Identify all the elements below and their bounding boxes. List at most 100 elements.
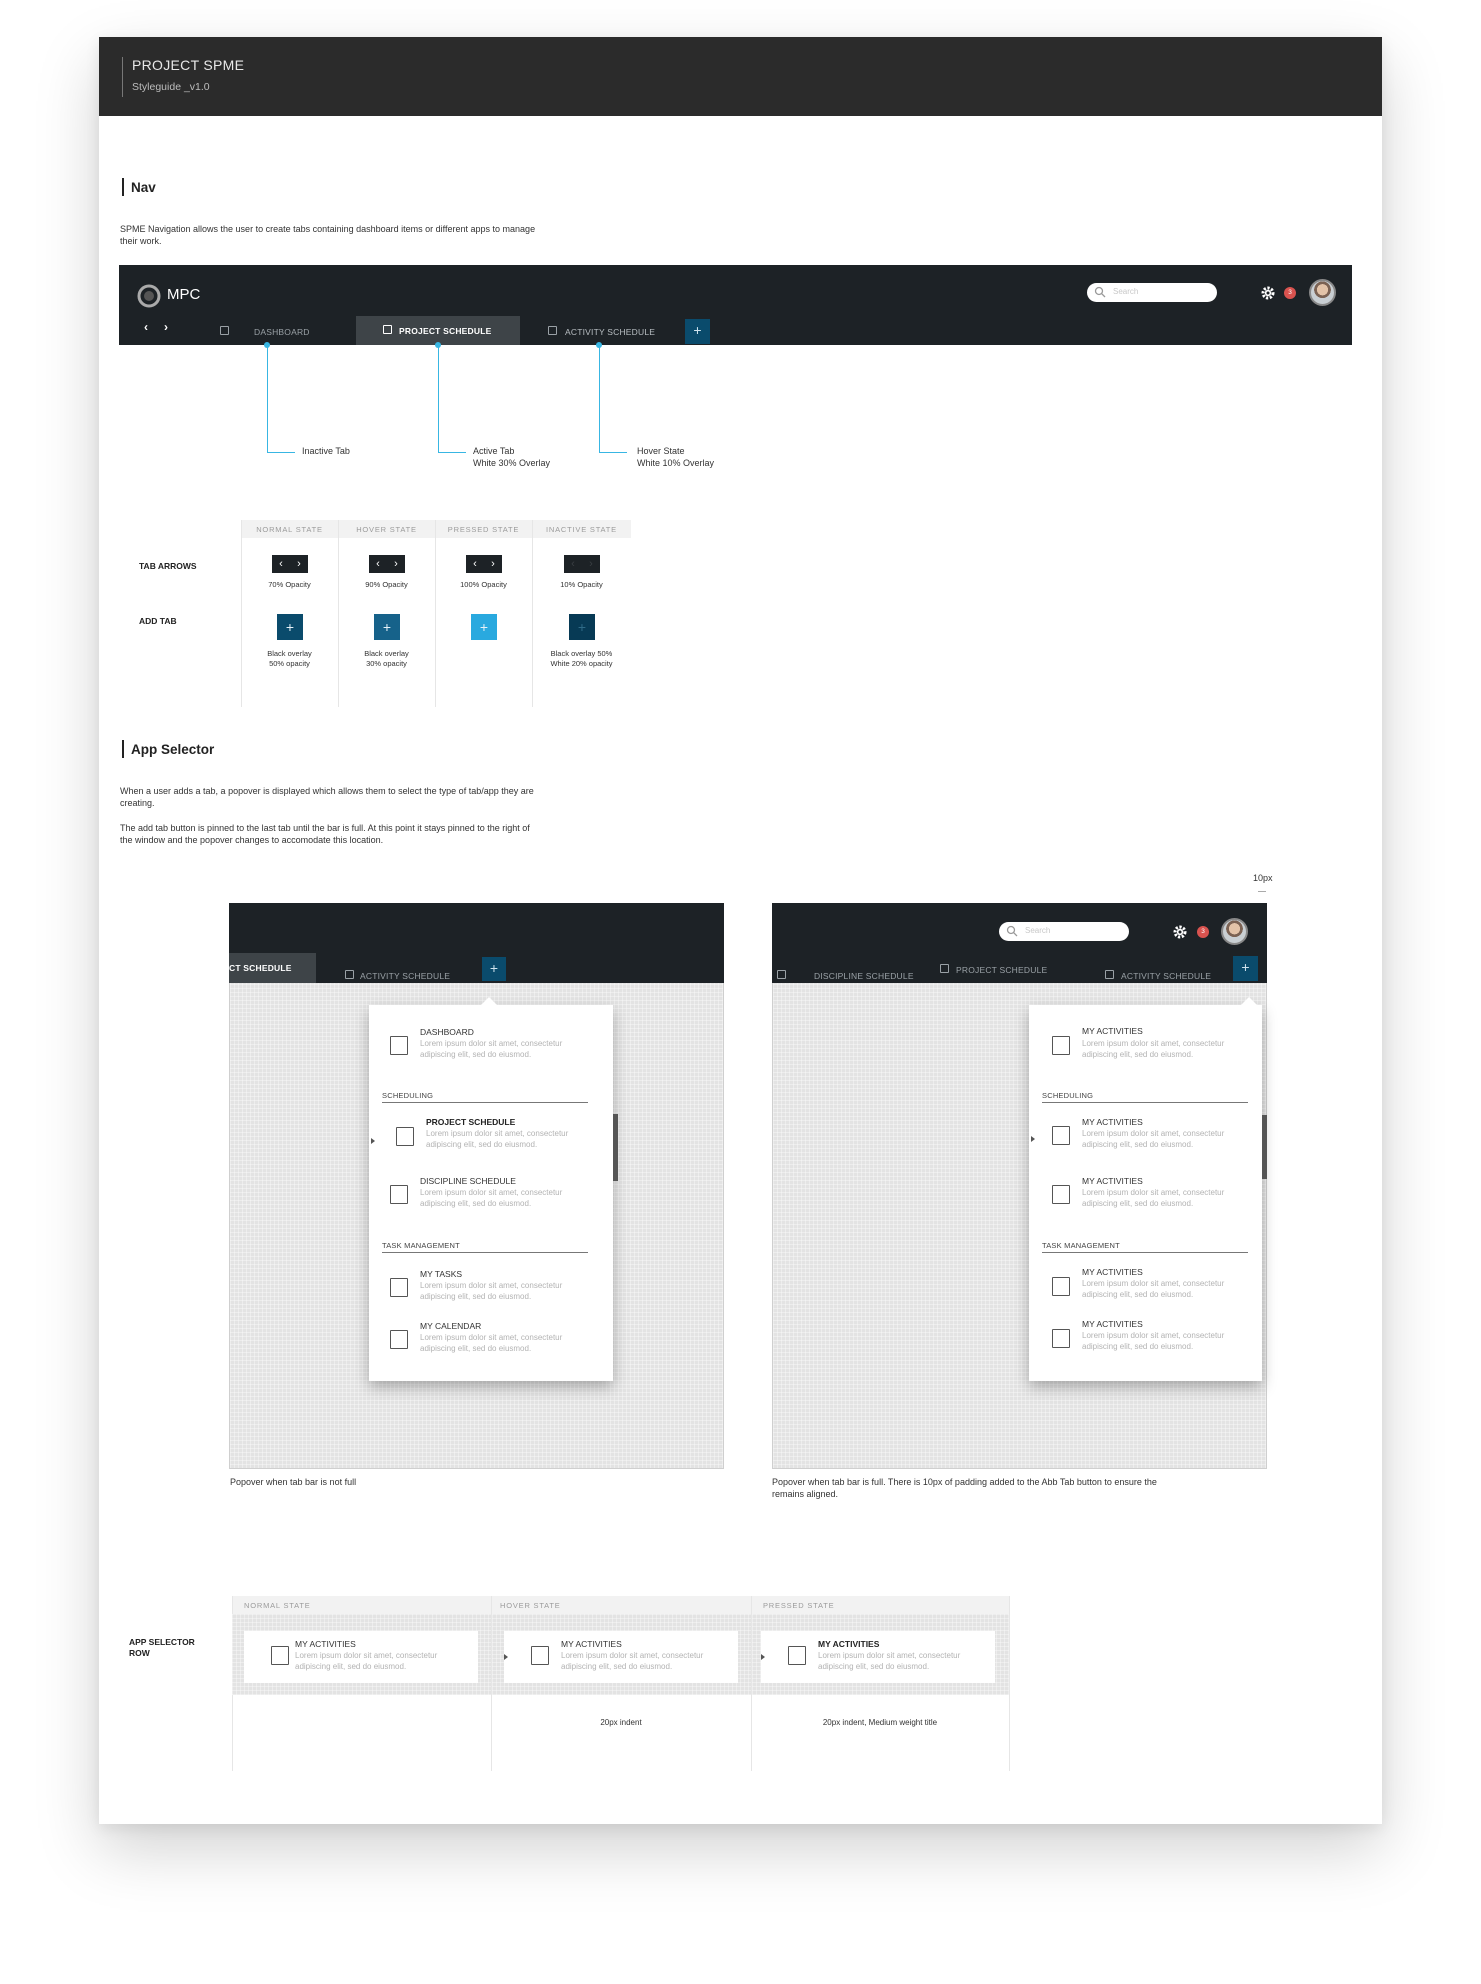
app-selector-popover: DASHBOARD Lorem ipsum dolor sit amet, co…	[369, 997, 613, 1381]
notification-badge[interactable]: 3	[1197, 926, 1209, 938]
tab-activity-schedule-icon	[548, 326, 557, 335]
annotation-line	[267, 345, 268, 453]
tab-discipline-schedule[interactable]: DISCIPLINE SCHEDULE	[814, 971, 914, 981]
app-item-project-schedule[interactable]: PROJECT SCHEDULE Lorem ipsum dolor sit a…	[369, 1113, 613, 1165]
app-item-title: MY ACTIVITIES	[561, 1639, 622, 1649]
table-divider	[751, 1596, 752, 1771]
header-pressed-state: PRESSED STATE	[763, 1601, 835, 1610]
left-frame-caption: Popover when tab bar is not full	[230, 1477, 357, 1487]
app-item-my-activities[interactable]: MY ACTIVITIES Lorem ipsum dolor sit amet…	[1029, 1113, 1262, 1163]
add-tab-pressed: +	[471, 614, 497, 640]
row-caret-icon	[504, 1654, 508, 1660]
app-icon	[385, 1031, 408, 1055]
annotation-line	[438, 345, 439, 453]
page-subtitle: Styleguide _v1.0	[132, 81, 210, 93]
app-icon	[385, 1180, 408, 1204]
tab-dashboard[interactable]: DASHBOARD	[254, 327, 310, 337]
annotation-dot	[264, 342, 270, 348]
header-normal-state: NORMAL STATE	[244, 1601, 311, 1610]
row-label-add-tab: ADD TAB	[139, 616, 177, 626]
app-item-desc: Lorem ipsum dolor sit amet, consectetur …	[420, 1333, 563, 1353]
nav-bar-demo: MPC ‹ › DASHBOARD PROJECT SCHEDULE ACTIV…	[119, 265, 1352, 345]
app-item-my-activities[interactable]: MY ACTIVITIES Lorem ipsum dolor sit amet…	[1029, 1263, 1262, 1313]
gear-icon[interactable]	[1260, 285, 1276, 301]
annotation-line	[267, 452, 295, 453]
app-item-title: MY CALENDAR	[420, 1321, 482, 1331]
app-item-title: MY ACTIVITIES	[1082, 1267, 1143, 1277]
row-note-pressed: 20px indent, Medium weight title	[822, 1718, 938, 1727]
tab-partial-active[interactable]: CT SCHEDULE	[229, 953, 316, 983]
search-placeholder: Search	[1025, 926, 1051, 935]
app-item-desc: Lorem ipsum dolor sit amet, consectetur …	[1082, 1039, 1225, 1059]
header-hover-state: HOVER STATE	[500, 1601, 561, 1610]
app-item-my-tasks[interactable]: MY TASKS Lorem ipsum dolor sit amet, con…	[369, 1265, 613, 1315]
tab-project-schedule[interactable]: PROJECT SCHEDULE	[956, 965, 1047, 975]
nav-bar-partial: CT SCHEDULE ACTIVITY SCHEDULE +	[229, 903, 724, 983]
caption: 10% Opacity	[560, 580, 603, 589]
padding-label: 10px	[1253, 873, 1273, 883]
caption: 70% Opacity	[268, 580, 311, 589]
app-icon	[1047, 1121, 1070, 1145]
search-input[interactable]: Search	[1087, 283, 1217, 302]
page-title: PROJECT SPME	[132, 57, 245, 73]
app-selector-row-hover[interactable]: MY ACTIVITIES Lorem ipsum dolor sit amet…	[504, 1631, 738, 1683]
app-item-title: MY ACTIVITIES	[295, 1639, 356, 1649]
add-tab-button[interactable]: +	[482, 957, 506, 981]
notification-badge[interactable]: 3	[1284, 287, 1296, 299]
app-item-discipline-schedule[interactable]: DISCIPLINE SCHEDULE Lorem ipsum dolor si…	[369, 1172, 613, 1222]
tab-partial-label: CT SCHEDULE	[229, 963, 292, 973]
app-item-title: DASHBOARD	[420, 1027, 474, 1037]
search-placeholder: Search	[1113, 287, 1139, 296]
popover-scrollbar[interactable]	[1262, 1115, 1267, 1179]
app-item-desc: Lorem ipsum dolor sit amet, consectetur …	[1082, 1129, 1225, 1149]
nav-section-description: SPME Navigation allows the user to creat…	[120, 224, 536, 246]
app-item-desc: Lorem ipsum dolor sit amet, consectetur …	[1082, 1331, 1225, 1351]
app-selector-row-normal[interactable]: MY ACTIVITIES Lorem ipsum dolor sit amet…	[244, 1631, 478, 1683]
app-item-desc: Lorem ipsum dolor sit amet, consectetur …	[561, 1651, 704, 1671]
tab-project-schedule[interactable]: PROJECT SCHEDULE	[356, 316, 520, 345]
avatar[interactable]	[1221, 918, 1248, 945]
tab-activity-schedule[interactable]: ACTIVITY SCHEDULE	[565, 327, 655, 337]
page-header: PROJECT SPME Styleguide _v1.0	[99, 37, 1382, 116]
tab-arrow-left-icon[interactable]: ‹	[144, 320, 148, 334]
app-item-my-activities[interactable]: MY ACTIVITIES Lorem ipsum dolor sit amet…	[1029, 1172, 1262, 1222]
caption: 50% opacity	[269, 659, 310, 668]
tab-arrow-right-icon[interactable]: ›	[164, 320, 168, 334]
nav-section-title: Nav	[131, 180, 156, 195]
row-states-header	[232, 1596, 1009, 1614]
app-item-dashboard[interactable]: DASHBOARD Lorem ipsum dolor sit amet, co…	[369, 1023, 613, 1073]
app-item-title: MY ACTIVITIES	[1082, 1176, 1143, 1186]
app-item-desc: Lorem ipsum dolor sit amet, consectetur …	[295, 1651, 438, 1671]
group-task-management: TASK MANAGEMENT	[382, 1241, 460, 1250]
popover-arrow	[1241, 997, 1257, 1005]
gear-icon[interactable]	[1172, 924, 1188, 940]
app-selector-popover-pinned: MY ACTIVITIES Lorem ipsum dolor sit amet…	[1029, 997, 1262, 1381]
caption: Black overlay	[364, 649, 409, 658]
add-tab-button[interactable]: +	[685, 319, 710, 344]
app-item-my-activities[interactable]: MY ACTIVITIES Lorem ipsum dolor sit amet…	[1029, 1023, 1262, 1073]
popover-scrollbar[interactable]	[613, 1114, 618, 1181]
annotation-inactive-tab: Inactive Tab	[302, 446, 350, 456]
annotation-active-tab-detail: White 30% Overlay	[473, 458, 551, 468]
app-item-my-calendar[interactable]: MY CALENDAR Lorem ipsum dolor sit amet, …	[369, 1317, 613, 1367]
app-item-desc: Lorem ipsum dolor sit amet, consectetur …	[818, 1651, 961, 1671]
tab-activity-schedule[interactable]: ACTIVITY SCHEDULE	[1121, 971, 1211, 981]
avatar[interactable]	[1309, 279, 1336, 306]
app-item-my-activities[interactable]: MY ACTIVITIES Lorem ipsum dolor sit amet…	[1029, 1315, 1262, 1365]
tab-arrows-hover: ‹ ›	[369, 555, 405, 573]
annotation-hover-state-detail: White 10% Overlay	[637, 458, 715, 468]
app-icon	[1047, 1180, 1070, 1204]
app-icon	[526, 1641, 549, 1665]
search-input[interactable]: Search	[999, 922, 1129, 941]
app-icon	[385, 1325, 408, 1349]
tab-activity-schedule[interactable]: ACTIVITY SCHEDULE	[360, 971, 450, 981]
table-divider	[1009, 1596, 1010, 1771]
app-item-title: MY ACTIVITIES	[1082, 1117, 1143, 1127]
app-item-title: PROJECT SCHEDULE	[426, 1117, 516, 1127]
group-task-management: TASK MANAGEMENT	[1042, 1241, 1120, 1250]
add-tab-button[interactable]: +	[1233, 956, 1258, 981]
app-selector-row-pressed[interactable]: MY ACTIVITIES Lorem ipsum dolor sit amet…	[761, 1631, 995, 1683]
app-name: MPC	[167, 286, 201, 303]
annotation-dot	[435, 342, 441, 348]
table-divider	[532, 520, 533, 707]
